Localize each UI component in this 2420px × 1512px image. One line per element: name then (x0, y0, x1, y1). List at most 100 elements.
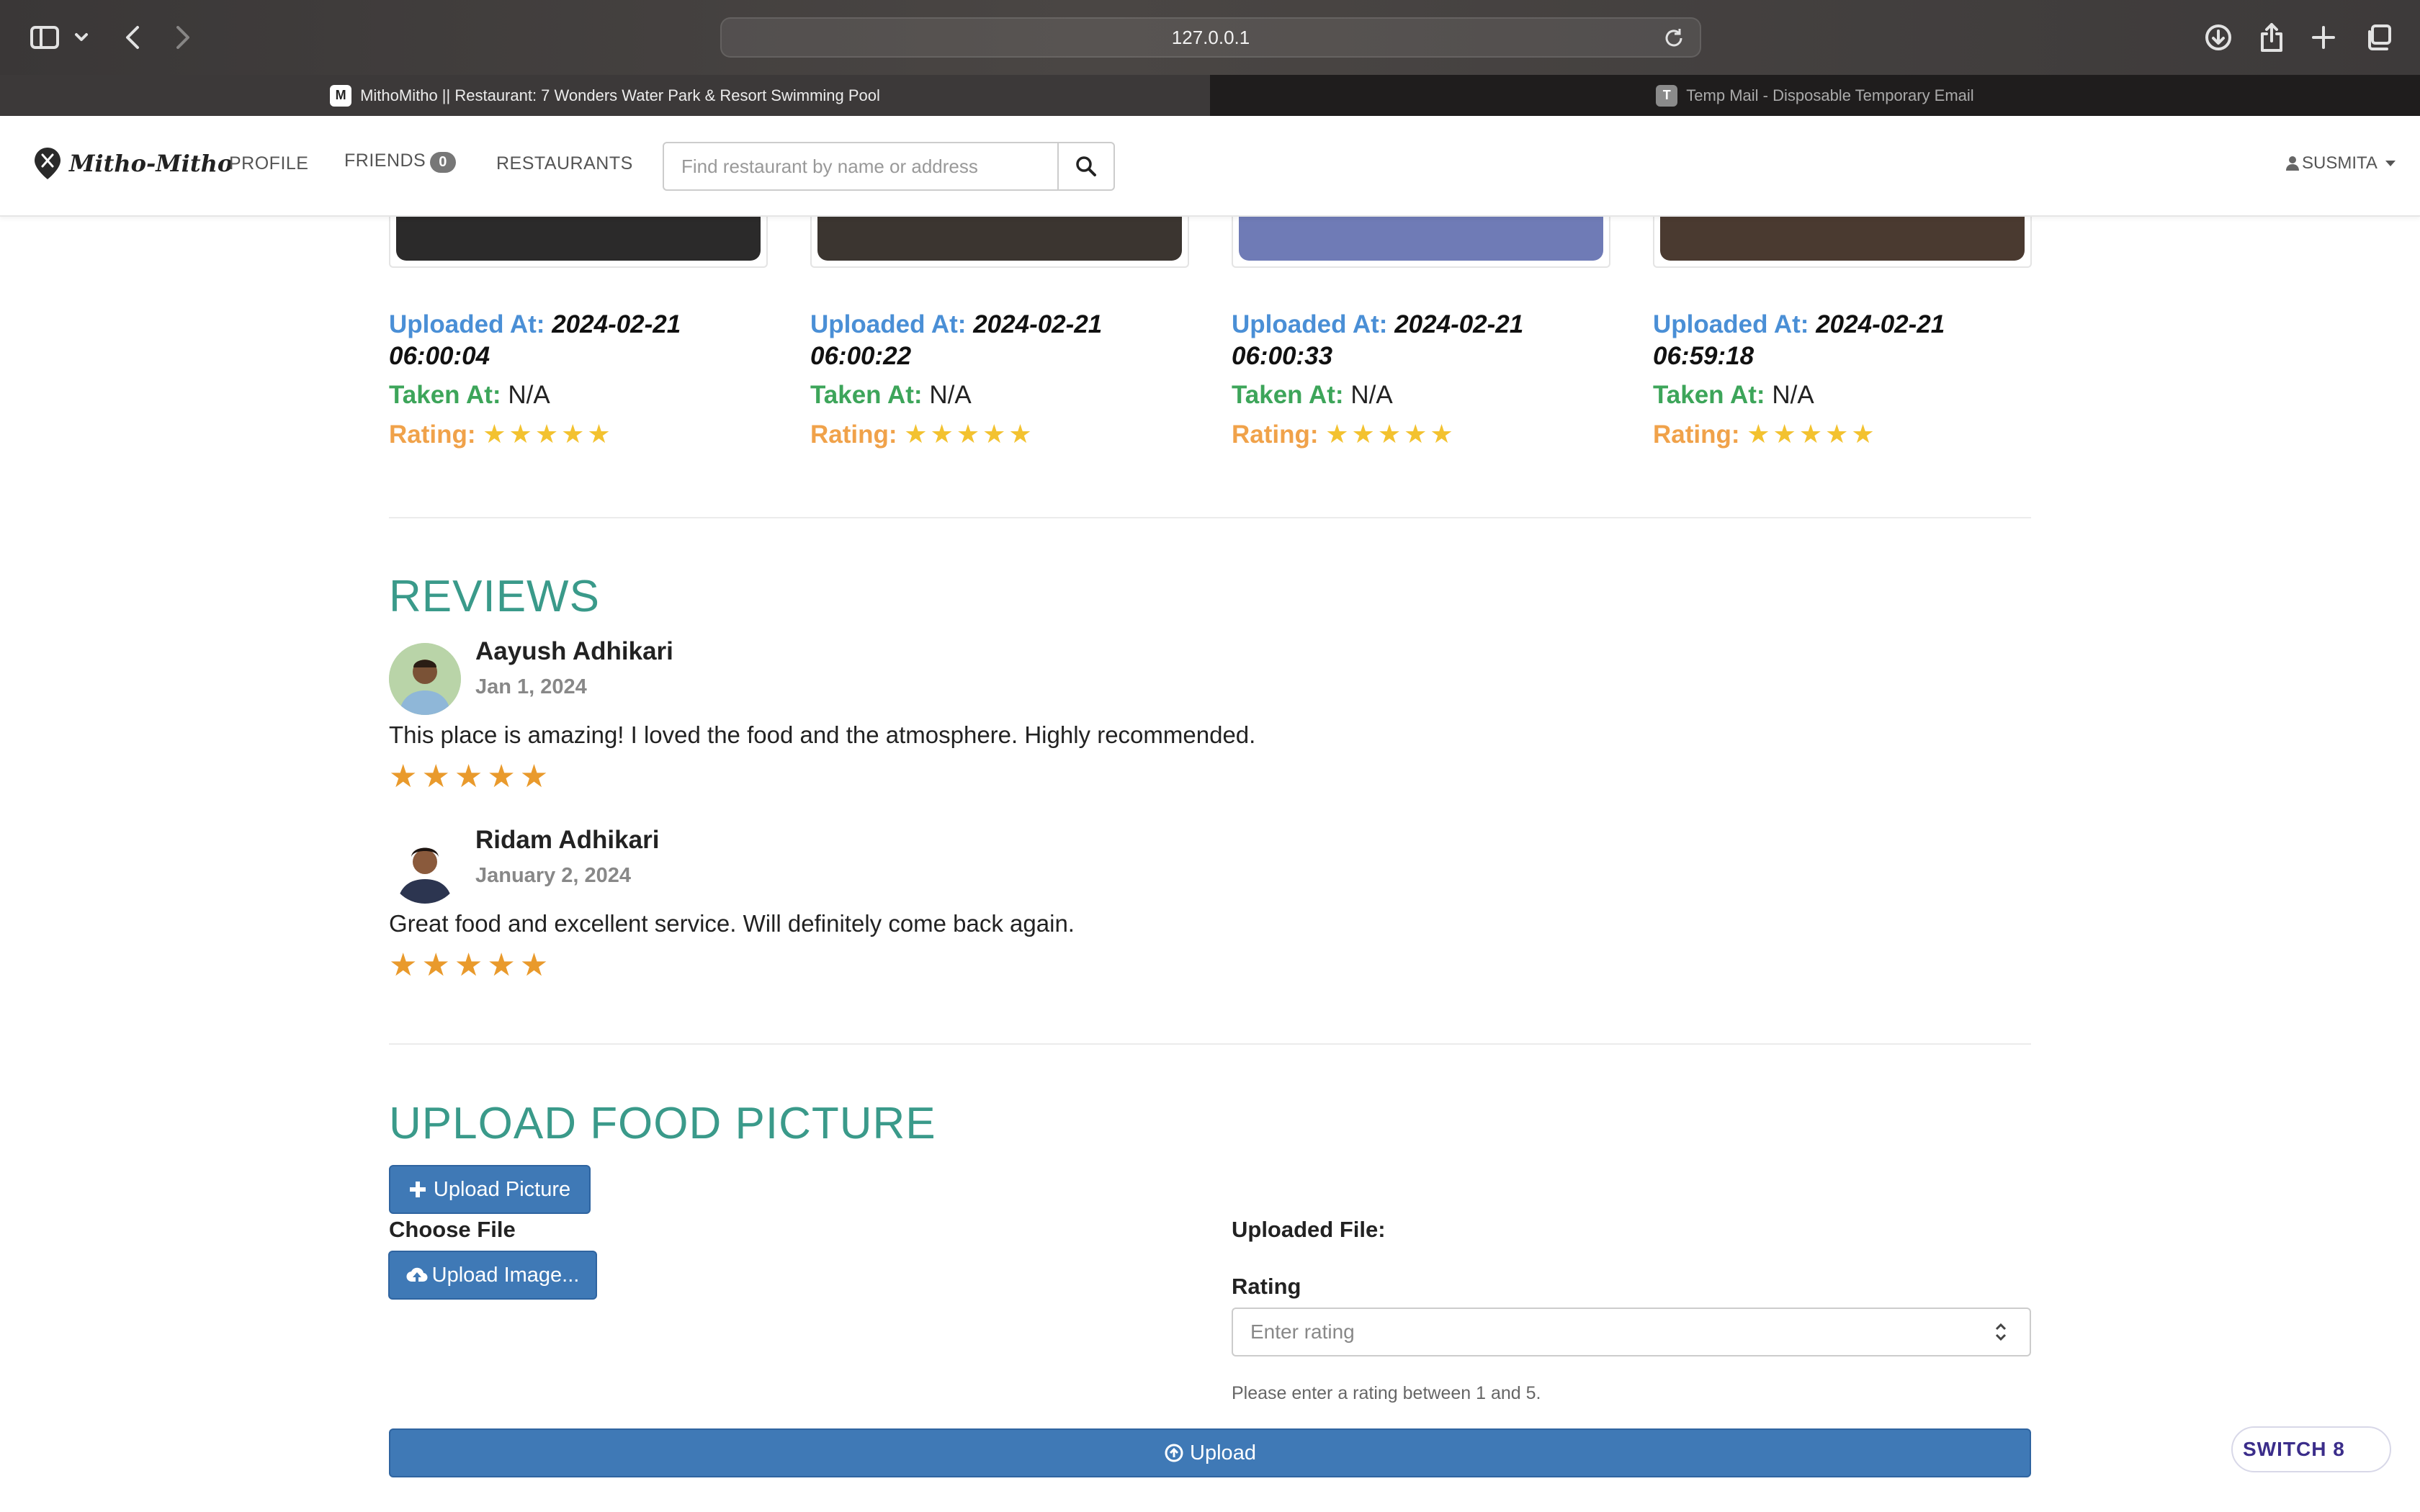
photo-meta: Uploaded At: 2024-02-21 06:00:33 Taken A… (1232, 309, 1606, 451)
forward-icon[interactable] (170, 22, 196, 53)
taken-label: Taken At: (810, 381, 923, 409)
photo-meta: Uploaded At: 2024-02-21 06:59:18 Taken A… (1653, 309, 2027, 451)
tab-favicon-icon: M (330, 84, 352, 107)
tab-temp-mail[interactable]: T Temp Mail - Disposable Temporary Email (1210, 75, 2420, 116)
avatar (389, 832, 461, 904)
share-icon[interactable] (2256, 22, 2287, 53)
cloud-upload-icon (406, 1267, 428, 1282)
browser-tab-strip: M MithoMitho || Restaurant: 7 Wonders Wa… (0, 75, 2420, 116)
food-photo (396, 217, 761, 261)
search-button[interactable] (1057, 142, 1115, 191)
address-bar[interactable]: 127.0.0.1 (720, 17, 1701, 58)
star-rating: ★★★★★ (904, 419, 1035, 449)
tab-overview-icon[interactable] (2362, 22, 2394, 53)
upload-picture-button[interactable]: Upload Picture (389, 1165, 591, 1214)
reload-icon[interactable] (1662, 27, 1685, 55)
nav-friends-label: FRIENDS (344, 150, 426, 171)
review-star-rating: ★★★★★ (389, 759, 553, 794)
photo-meta: Uploaded At: 2024-02-21 06:00:04 Taken A… (389, 309, 763, 451)
food-photo (817, 217, 1182, 261)
uploaded-file-label: Uploaded File: (1232, 1217, 1386, 1242)
reviewer-name: Ridam Adhikari (475, 826, 660, 854)
rating-input[interactable] (1232, 1308, 2031, 1356)
upload-image-label: Upload Image... (431, 1263, 580, 1287)
nav-friends[interactable]: FRIENDS 0 (344, 150, 456, 173)
new-tab-icon[interactable] (2308, 22, 2339, 53)
site-navbar: Mitho-Mitho PROFILE FRIENDS 0 RESTAURANTS… (0, 116, 2420, 217)
tab-mithomitho[interactable]: M MithoMitho || Restaurant: 7 Wonders Wa… (0, 75, 1210, 116)
upload-submit-button[interactable]: Upload (389, 1428, 2031, 1477)
food-photo-thumbnail[interactable] (810, 217, 1189, 268)
taken-value: N/A (929, 381, 972, 409)
food-photo-thumbnail[interactable] (1232, 217, 1610, 268)
star-rating: ★★★★★ (483, 419, 614, 449)
tab-favicon-icon: T (1656, 84, 1678, 107)
review-date: January 2, 2024 (475, 864, 632, 887)
upload-image-button[interactable]: Upload Image... (388, 1251, 597, 1300)
photo-meta: Uploaded At: 2024-02-21 06:00:22 Taken A… (810, 309, 1185, 451)
food-photo-thumbnail[interactable] (389, 217, 768, 268)
section-divider (389, 517, 2031, 518)
plus-icon (409, 1182, 426, 1197)
uploaded-label: Uploaded At: (1232, 310, 1388, 338)
back-icon[interactable] (120, 22, 145, 53)
food-photo (1660, 217, 2025, 261)
rating-field-label: Rating (1232, 1274, 1301, 1299)
stepper-arrows-icon (1995, 1323, 2007, 1341)
section-divider (389, 1043, 2031, 1045)
downloads-icon[interactable] (2202, 22, 2234, 53)
user-name: SUSMITA (2302, 153, 2378, 173)
search-input[interactable] (663, 142, 1059, 191)
map-pin-icon (35, 148, 60, 179)
nav-restaurants[interactable]: RESTAURANTS (496, 153, 633, 174)
review-date: Jan 1, 2024 (475, 675, 587, 698)
caret-down-icon (2385, 161, 2396, 166)
taken-label: Taken At: (389, 381, 501, 409)
url-text: 127.0.0.1 (1171, 26, 1250, 48)
choose-file-label: Choose File (389, 1217, 516, 1242)
rating-label: Rating: (389, 420, 476, 449)
user-menu[interactable]: SUSMITA (2286, 153, 2396, 174)
search-icon (1076, 156, 1096, 176)
chevron-down-icon[interactable] (71, 22, 92, 53)
reviewer-name: Aayush Adhikari (475, 637, 673, 665)
nav-profile[interactable]: PROFILE (229, 153, 308, 174)
review-star-rating: ★★★★★ (389, 948, 553, 983)
star-rating: ★★★★★ (1747, 419, 1878, 449)
taken-value: N/A (508, 381, 550, 409)
rating-label: Rating: (1653, 420, 1740, 449)
taken-value: N/A (1350, 381, 1393, 409)
rating-label: Rating: (810, 420, 897, 449)
reviews-heading: REVIEWS (389, 572, 600, 621)
rating-label: Rating: (1232, 420, 1319, 449)
review-text: This place is amazing! I loved the food … (389, 721, 1256, 748)
star-rating: ★★★★★ (1325, 419, 1456, 449)
restaurant-content: Uploaded At: 2024-02-21 06:00:04 Taken A… (0, 217, 2420, 1512)
taken-value: N/A (1772, 381, 1814, 409)
avatar (389, 643, 461, 715)
circle-arrow-up-icon (1165, 1444, 1183, 1462)
food-photo-thumbnail[interactable] (1653, 217, 2032, 268)
taken-label: Taken At: (1232, 381, 1344, 409)
friends-count-badge: 0 (430, 152, 456, 173)
user-icon (2286, 156, 2299, 171)
upload-heading: UPLOAD FOOD PICTURE (389, 1099, 936, 1148)
food-photo (1239, 217, 1603, 261)
uploaded-label: Uploaded At: (389, 310, 545, 338)
rating-stepper[interactable] (1992, 1319, 2009, 1345)
review-text: Great food and excellent service. Will d… (389, 910, 1075, 937)
switch-badge[interactable]: SWITCH 8 (2231, 1426, 2391, 1472)
uploaded-label: Uploaded At: (810, 310, 967, 338)
browser-toolbar: 127.0.0.1 (0, 0, 2420, 75)
browser-chrome: 127.0.0.1 M MithoMitho || Restaurant: 7 … (0, 0, 2420, 116)
tab-title: Temp Mail - Disposable Temporary Email (1686, 86, 1974, 104)
brand-logo[interactable]: Mitho-Mitho (33, 146, 233, 181)
upload-submit-label: Upload (1190, 1441, 1256, 1464)
upload-picture-label: Upload Picture (433, 1177, 571, 1201)
tab-title: MithoMitho || Restaurant: 7 Wonders Wate… (360, 86, 880, 104)
rating-help-text: Please enter a rating between 1 and 5. (1232, 1383, 1541, 1403)
taken-label: Taken At: (1653, 381, 1765, 409)
uploaded-label: Uploaded At: (1653, 310, 1809, 338)
sidebar-toggle-icon[interactable] (27, 22, 62, 53)
brand-name: Mitho-Mitho (69, 150, 233, 177)
